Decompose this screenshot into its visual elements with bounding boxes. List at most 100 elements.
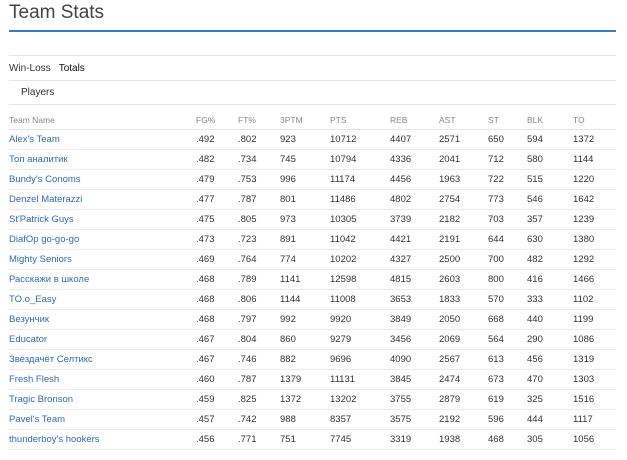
table-header-row: Team Name FG% FT% 3PTM PTS REB AST ST BL… [9, 110, 616, 130]
stat-cell-fg-pct: .468 [196, 269, 238, 290]
stat-cell-reb: 3456 [390, 329, 439, 350]
stat-cell-ft-pct: .723 [238, 229, 280, 250]
stat-cell-fg-pct: .468 [196, 309, 238, 330]
stat-cell-blk: 630 [527, 229, 573, 250]
stat-cell-st: 712 [488, 149, 527, 170]
stat-cell-pts: 10712 [330, 129, 390, 150]
team-link[interactable]: DiafOp go-go-go [9, 234, 79, 245]
stat-cell-fg-pct: .456 [196, 429, 238, 450]
team-link[interactable]: Расскажи в школе [9, 274, 89, 285]
stat-cell-3ptm: 988 [280, 409, 330, 430]
stat-cell-st: 644 [488, 229, 527, 250]
team-name-cell: thunderboy's hookers [9, 429, 196, 450]
stat-cell-ft-pct: .825 [238, 389, 280, 410]
team-link[interactable]: Mighty Seniors [9, 254, 72, 265]
team-link[interactable]: Pavel's Team [9, 414, 65, 425]
column-header-st[interactable]: ST [488, 110, 527, 130]
stat-cell-pts: 11042 [330, 229, 390, 250]
team-link[interactable]: Educator [9, 334, 47, 345]
stat-cell-to: 1319 [573, 349, 616, 370]
stat-cell-to: 1239 [573, 209, 616, 230]
table-body: Alex's Team .492.802 923 10712 4407 2571 650 59… [9, 129, 616, 450]
table-row: St'Patrick Guys .475.805 973 10305 3739 2182 7… [9, 209, 616, 230]
stat-cell-3ptm: 860 [280, 329, 330, 350]
team-link[interactable]: Tragic Bronson [9, 394, 73, 405]
team-link[interactable]: Везунчик [9, 314, 49, 325]
stat-cell-blk: 333 [527, 289, 573, 310]
table-row: Alex's Team .492.802 923 10712 4407 2571 650 59… [9, 129, 616, 150]
column-header-team-name[interactable]: Team Name [9, 110, 196, 130]
stat-cell-reb: 4336 [390, 149, 439, 170]
stat-cell-3ptm: 992 [280, 309, 330, 330]
stat-cell-to: 1372 [573, 129, 616, 150]
stat-cell-st: 668 [488, 309, 527, 330]
column-header-fg-pct[interactable]: FG% [196, 110, 238, 130]
column-header-3ptm[interactable]: 3PTM [280, 110, 330, 130]
column-header-pts[interactable]: PTS [330, 110, 390, 130]
table-row: Везунчик .468.797 992 9920 3849 2050 668 440 119… [9, 309, 616, 330]
team-link[interactable]: Bundy's Conoms [9, 174, 81, 185]
column-header-reb[interactable]: REB [390, 110, 439, 130]
stat-cell-st: 650 [488, 129, 527, 150]
stat-cell-reb: 4090 [390, 349, 439, 370]
table-row: Mighty Seniors .469.764 774 10202 4327 2500 70… [9, 249, 616, 270]
stat-cell-ast: 2041 [439, 149, 488, 170]
stat-cell-3ptm: 1141 [280, 269, 330, 290]
column-header-ast[interactable]: AST [439, 110, 488, 130]
stat-cell-fg-pct: .468 [196, 289, 238, 310]
stat-cell-ast: 2474 [439, 369, 488, 390]
stat-cell-pts: 8357 [330, 409, 390, 430]
stat-cell-to: 1056 [573, 429, 616, 450]
stat-cell-st: 564 [488, 329, 527, 350]
stat-cell-3ptm: 891 [280, 229, 330, 250]
team-link[interactable]: Alex's Team [9, 134, 60, 145]
stat-cell-blk: 444 [527, 409, 573, 430]
stat-cell-fg-pct: .475 [196, 209, 238, 230]
stat-cell-ast: 1833 [439, 289, 488, 310]
column-header-blk[interactable]: BLK [527, 110, 573, 130]
stat-cell-st: 570 [488, 289, 527, 310]
team-link[interactable]: St'Patrick Guys [9, 214, 74, 225]
view-tabs: Win-Loss Totals [9, 63, 85, 74]
team-link[interactable]: Звездачёт Селтикс [9, 354, 93, 365]
stat-cell-to: 1199 [573, 309, 616, 330]
stat-cell-pts: 11174 [330, 169, 390, 190]
stat-cell-to: 1086 [573, 329, 616, 350]
stat-cell-ft-pct: .753 [238, 169, 280, 190]
stat-cell-pts: 10305 [330, 209, 390, 230]
stat-cell-blk: 482 [527, 249, 573, 270]
team-name-cell: Alex's Team [9, 129, 196, 150]
stat-cell-to: 1516 [573, 389, 616, 410]
column-header-to[interactable]: TO [573, 110, 616, 130]
stat-cell-to: 1303 [573, 369, 616, 390]
stat-cell-ast: 2050 [439, 309, 488, 330]
stat-cell-ft-pct: .804 [238, 329, 280, 350]
stat-cell-pts: 9279 [330, 329, 390, 350]
stat-cell-3ptm: 1372 [280, 389, 330, 410]
stat-cell-fg-pct: .482 [196, 149, 238, 170]
stat-cell-blk: 440 [527, 309, 573, 330]
stat-cell-fg-pct: .467 [196, 329, 238, 350]
stat-cell-st: 800 [488, 269, 527, 290]
stat-cell-fg-pct: .459 [196, 389, 238, 410]
tab-totals[interactable]: Totals [59, 63, 85, 74]
team-name-cell: DiafOp go-go-go [9, 229, 196, 250]
stat-cell-reb: 3653 [390, 289, 439, 310]
column-header-ft-pct[interactable]: FT% [238, 110, 280, 130]
stat-cell-to: 1117 [573, 409, 616, 430]
team-link[interactable]: TO.o_Easy [9, 294, 56, 305]
table-row: Denzel Materazzi .477.787 801 11486 4802 2754… [9, 189, 616, 210]
team-link[interactable]: Топ аналитик [9, 154, 68, 165]
team-name-cell: Топ аналитик [9, 149, 196, 170]
stat-cell-3ptm: 1144 [280, 289, 330, 310]
stat-cell-3ptm: 745 [280, 149, 330, 170]
stat-cell-ft-pct: .802 [238, 129, 280, 150]
team-name-cell: Mighty Seniors [9, 249, 196, 270]
team-link[interactable]: thunderboy's hookers [9, 434, 100, 445]
tab-win-loss[interactable]: Win-Loss [9, 63, 51, 74]
stat-cell-ast: 2754 [439, 189, 488, 210]
subtab-players[interactable]: Players [21, 87, 54, 98]
team-link[interactable]: Denzel Materazzi [9, 194, 82, 205]
stat-cell-ast: 2567 [439, 349, 488, 370]
team-link[interactable]: Fresh Flesh [9, 374, 59, 385]
